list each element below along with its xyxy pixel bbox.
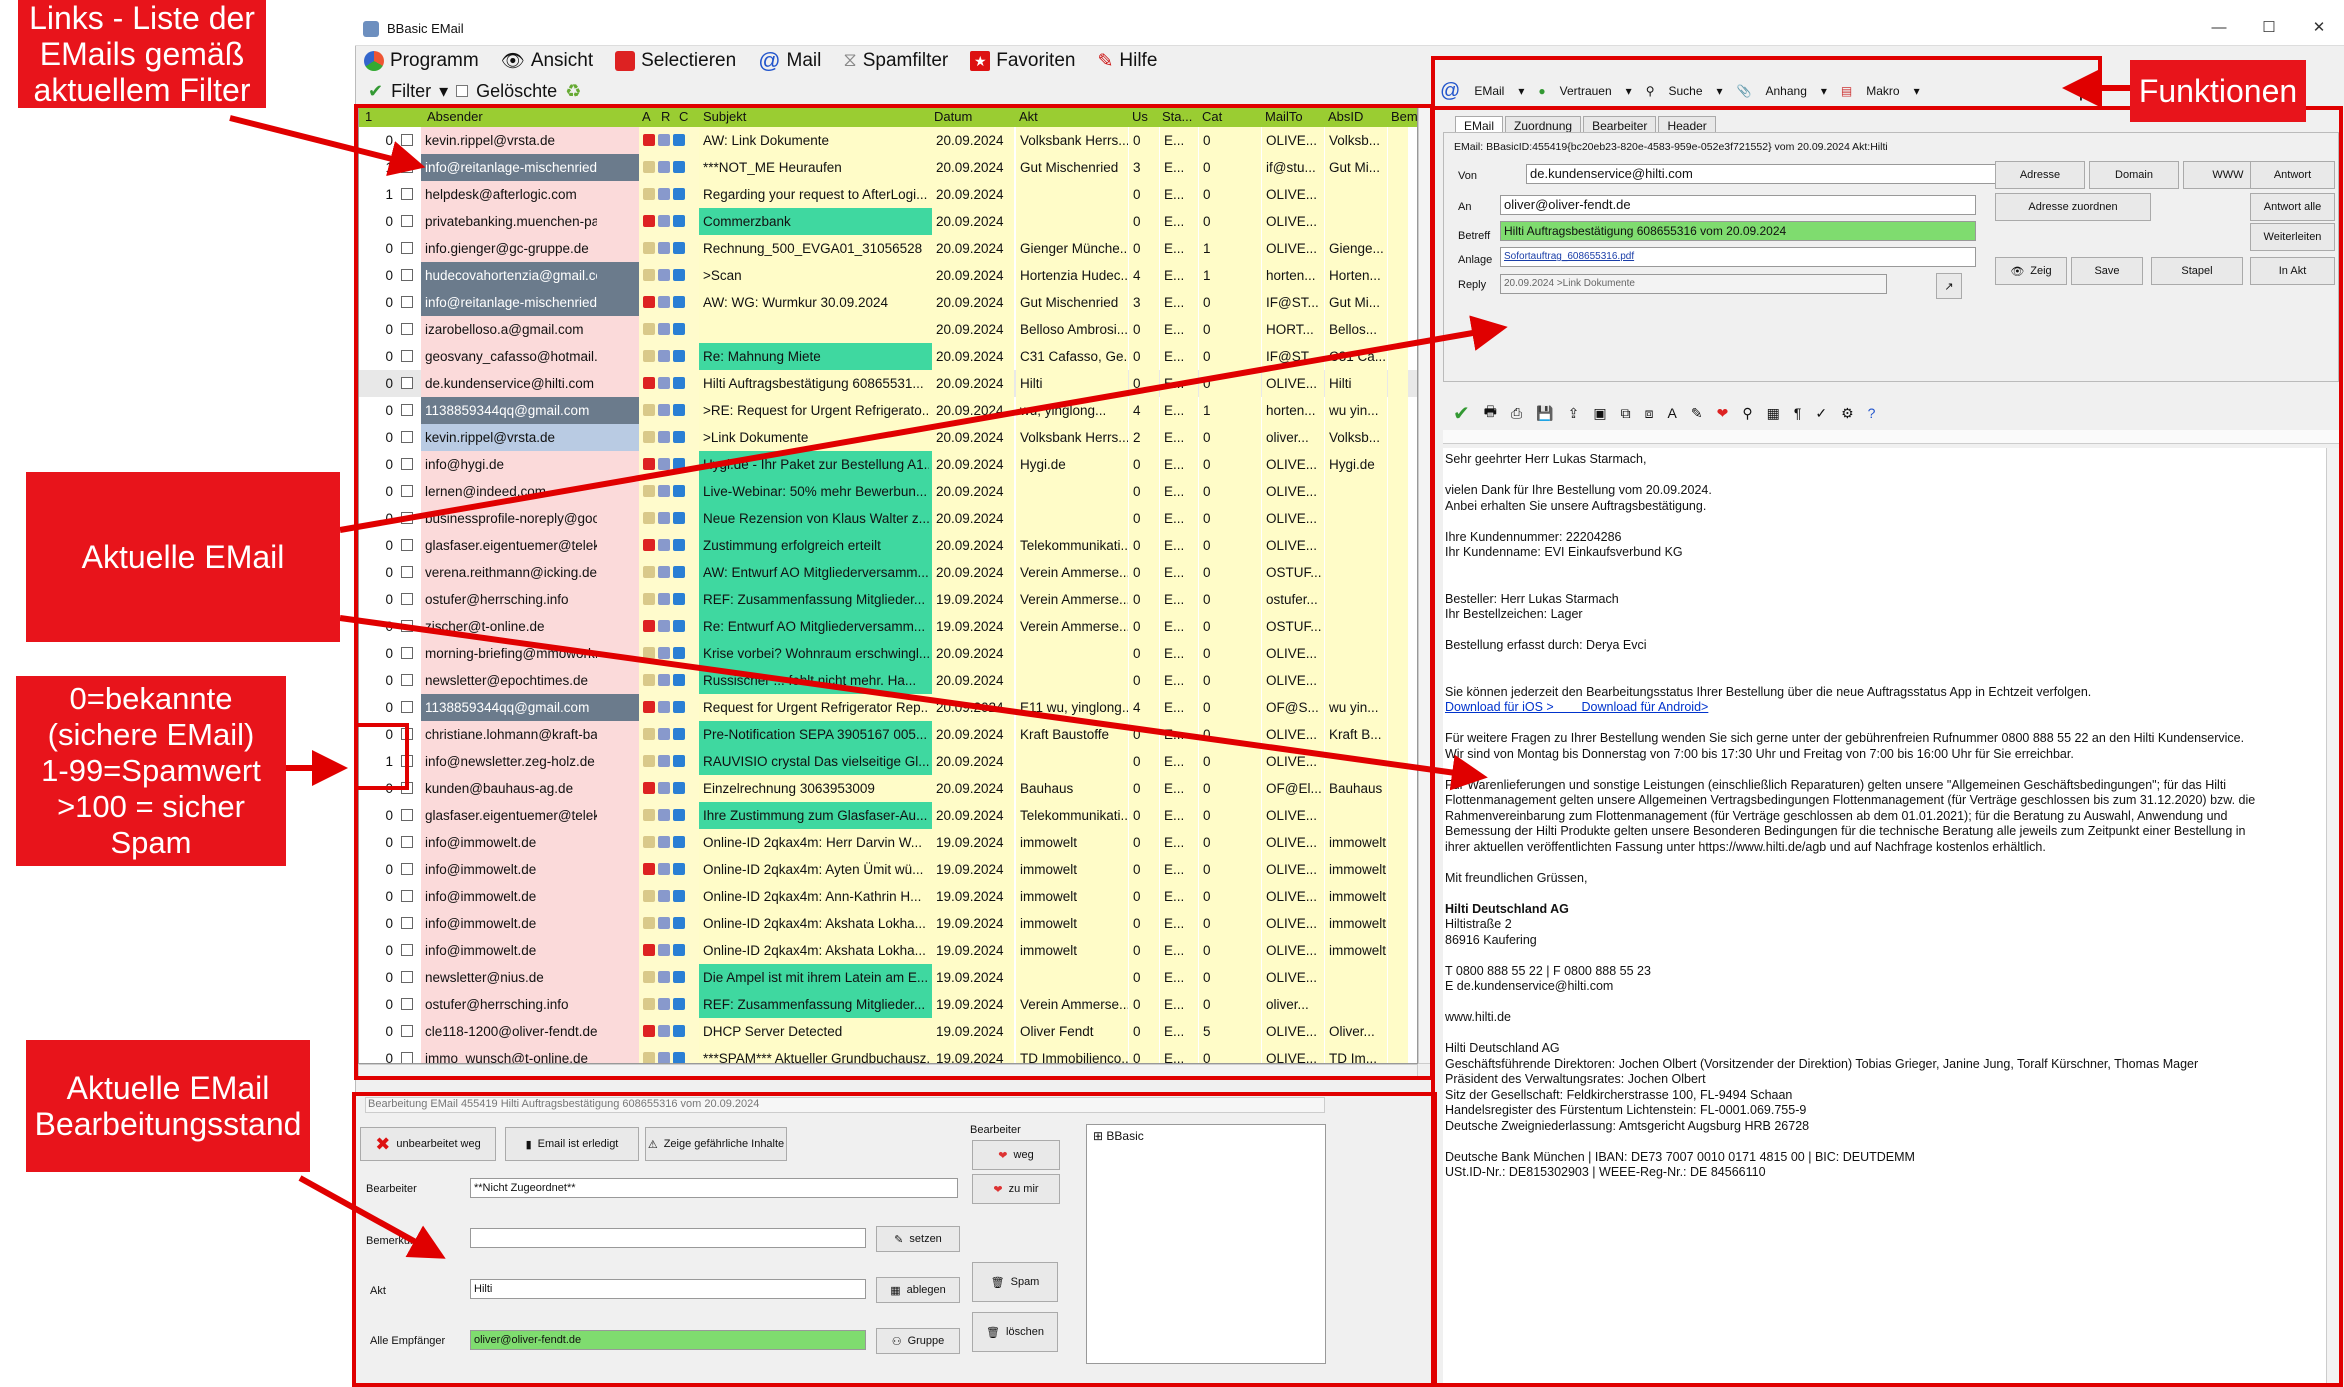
arrow-aktuelle-2 [339, 615, 1488, 791]
annotation-arrows [229, 70, 2130, 1259]
arrow-stand [298, 1175, 446, 1259]
callout-stand: Aktuelle EMail Bearbeitungsstand [26, 1040, 310, 1172]
callout-funktionen: Funktionen [2130, 60, 2306, 122]
arrow-aktuelle-1 [339, 315, 1508, 533]
callout-links: Links - Liste der EMails gemäß aktuellem… [18, 0, 266, 108]
arrow-links [229, 115, 426, 177]
callout-spam: 0=bekannte (sichere EMail) 1-99=Spamwert… [16, 676, 286, 866]
callout-aktuelle: Aktuelle EMail [26, 472, 340, 642]
